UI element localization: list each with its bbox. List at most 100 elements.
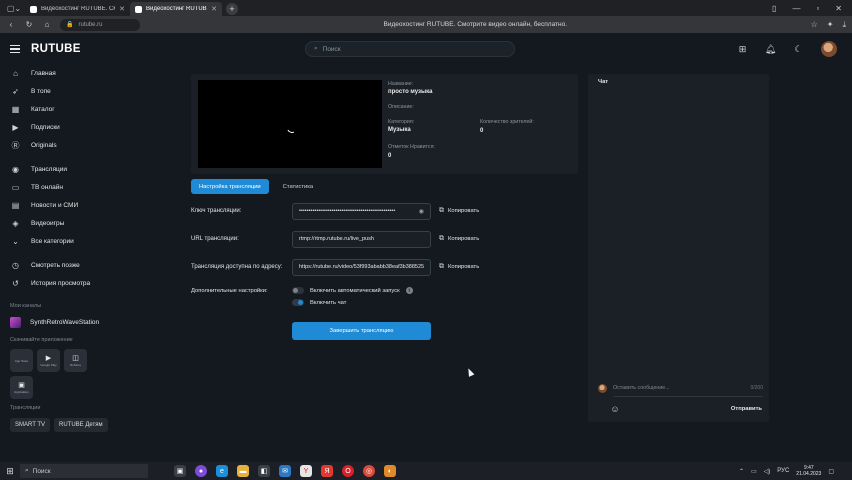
autostart-option: Включить автоматический запуск i: [292, 287, 413, 294]
emoji-icon[interactable]: ☺: [610, 404, 620, 414]
clock-date: 21.04.2023: [796, 471, 822, 477]
stream-address-value: https://rutube.ru/video/53f993ababb38eaf…: [299, 264, 424, 270]
yandex-icon[interactable]: Я: [321, 465, 333, 477]
notifications-icon[interactable]: ▢: [828, 468, 834, 475]
reload-icon[interactable]: ↻: [24, 20, 34, 29]
task-view-icon[interactable]: ▣: [174, 465, 186, 477]
stream-key-row: Ключ трансляции: •••••••••••••••••••••••…: [191, 202, 501, 220]
google-play-link[interactable]: ▶ Google Play: [37, 348, 60, 372]
sidebar-item-label: В топе: [31, 88, 51, 96]
download-apps-heading: Скачивайте приложение: [10, 336, 73, 343]
bookmark-star-icon[interactable]: ☆: [811, 20, 818, 30]
browser-tab-1[interactable]: Видеохостинг RUTUBE. Смотрите ✕: [25, 2, 130, 16]
chevron-down-icon: ⌄: [12, 236, 19, 246]
stream-address-field[interactable]: https://rutube.ru/video/53f993ababb38eaf…: [292, 258, 431, 276]
tab-menu-icon[interactable]: ▢⌄: [3, 1, 25, 15]
autostart-label: Включить автоматический запуск: [310, 287, 400, 294]
copy-url-button[interactable]: ⧉ Копировать: [439, 235, 479, 243]
moon-icon[interactable]: ☾: [793, 44, 804, 55]
sidebar-item-history[interactable]: ↺ История просмотра: [0, 275, 117, 293]
bookmark-icon[interactable]: ▯: [772, 4, 776, 13]
app-store-link[interactable]: App Store: [10, 348, 33, 372]
chat-toggle[interactable]: [292, 299, 304, 306]
sidebar-item-broadcast[interactable]: ◉ Трансляции: [0, 161, 117, 179]
sidebar-item-clock[interactable]: ◷ Смотреть позже: [0, 257, 117, 275]
avatar[interactable]: [821, 41, 837, 57]
bell-icon[interactable]: 🔔︎: [765, 44, 776, 55]
eye-icon[interactable]: ◉: [419, 208, 424, 215]
app-link-label: RuStore: [69, 362, 81, 367]
network-icon[interactable]: ▭: [751, 468, 757, 475]
tray-chevron-icon[interactable]: ⌃: [739, 468, 744, 475]
opera-icon[interactable]: O: [342, 465, 354, 477]
chat-input[interactable]: Оставить сообщение... 0/200: [598, 382, 763, 394]
stream-key-label: Ключ трансляции:: [191, 208, 242, 214]
close-tab-icon[interactable]: ✕: [119, 5, 125, 13]
browser-tab-title: Видеохостинг RUTUBE. Смотрите: [41, 6, 115, 12]
appgallery-link[interactable]: ▣ AppGallery: [10, 375, 33, 399]
stream-key-field[interactable]: ••••••••••••••••••••••••••••••••••••••••…: [292, 202, 431, 220]
alice-icon[interactable]: ●: [195, 465, 207, 477]
upload-icon[interactable]: ⊞: [737, 44, 748, 55]
close-tab-icon[interactable]: ✕: [211, 5, 217, 13]
edge-icon[interactable]: e: [216, 465, 228, 477]
firefox-icon[interactable]: ◐: [384, 465, 396, 477]
back-icon[interactable]: ‹: [6, 20, 16, 29]
browser-tab-2[interactable]: Видеохостинг RUTUBE ✕: [130, 2, 222, 16]
windows-start-icon[interactable]: ⊞: [0, 466, 20, 477]
file-explorer-icon[interactable]: ▬: [237, 465, 249, 477]
name-label: Название:: [388, 81, 414, 87]
tab-statistics[interactable]: Статистика: [275, 179, 321, 194]
mouse-cursor-icon: [465, 367, 475, 377]
chat-option-label: Включить чат: [310, 299, 347, 306]
windows-taskbar: ⊞ ⌕ Поиск ▣ ● e ▬ ◧ ✉ Y Я O ◎ ◐ ⌃ ▭ ◁) Р…: [0, 462, 852, 480]
sidebar-item-chevron-down[interactable]: ⌄ Все категории: [0, 232, 117, 250]
sidebar-item-rocket[interactable]: ➶ В топе: [0, 83, 117, 101]
taskbar-clock[interactable]: 9:47 21.04.2023: [796, 465, 821, 477]
taskbar-search[interactable]: ⌕ Поиск: [20, 464, 148, 478]
finish-stream-button[interactable]: Завершить трансляцию: [292, 322, 431, 340]
download-icon[interactable]: ⤓: [842, 20, 846, 30]
send-button[interactable]: Отправить: [731, 406, 762, 412]
new-tab-button[interactable]: +: [226, 3, 238, 15]
tab-stream-settings[interactable]: Настройка трансляции: [191, 179, 269, 194]
rutube-logo[interactable]: RUTUBE: [31, 43, 81, 55]
sidebar-item-label: Каталог: [31, 105, 55, 113]
url-field[interactable]: 🔒 rutube.ru: [60, 18, 140, 31]
obs-icon[interactable]: ◎: [363, 465, 375, 477]
kids-chip[interactable]: RUTUBE Детям: [54, 417, 108, 432]
maximize-icon[interactable]: ▫: [816, 4, 819, 13]
sidebar-item-grid[interactable]: ▦ Каталог: [0, 101, 117, 119]
video-preview[interactable]: [198, 80, 382, 168]
sidebar-item-originals[interactable]: Ⓡ Originals: [0, 136, 117, 154]
home-icon[interactable]: ⌂: [42, 20, 52, 29]
volume-icon[interactable]: ◁): [764, 468, 771, 475]
language-indicator[interactable]: РУС: [777, 468, 789, 474]
stream-url-field[interactable]: rtmp://rtmp.rutube.ru/live_push: [292, 230, 431, 248]
sidebar-item-home[interactable]: ⌂ Главная: [0, 65, 117, 83]
autostart-toggle[interactable]: [292, 287, 304, 294]
close-window-icon[interactable]: ✕: [835, 4, 842, 13]
search-input[interactable]: ⌕ Поиск: [305, 41, 515, 57]
menu-icon[interactable]: [10, 45, 20, 53]
smart-tv-chip[interactable]: SMART TV: [10, 417, 51, 432]
sidebar-item-gamepad[interactable]: ◈ Видеоигры: [0, 214, 117, 232]
copy-key-button[interactable]: ⧉ Копировать: [439, 207, 479, 215]
sidebar-item-subscriptions[interactable]: ▶ Подписки: [0, 118, 117, 136]
app-link-label: Google Play: [40, 362, 57, 367]
copy-address-button[interactable]: ⧉ Копировать: [439, 263, 479, 271]
sidebar-channel[interactable]: SynthRetroWaveStation: [0, 312, 117, 334]
sidebar-item-tv[interactable]: ▭ ТВ онлайн: [0, 179, 117, 197]
description-label: Описание:: [388, 104, 414, 110]
rustore-link[interactable]: ◫ RuStore: [64, 348, 87, 372]
mail-icon[interactable]: ✉: [279, 465, 291, 477]
rutube-favicon: [30, 5, 37, 13]
yandex-browser-icon[interactable]: Y: [300, 465, 312, 477]
page-title: Видеохостинг RUTUBE. Смотрите видео онла…: [383, 21, 568, 28]
metamask-icon[interactable]: ✦: [827, 20, 834, 30]
category-value: Музыка: [388, 127, 411, 133]
sidebar-item-news[interactable]: ▤ Новости и СМИ: [0, 197, 117, 215]
store-icon[interactable]: ◧: [258, 465, 270, 477]
info-icon[interactable]: i: [405, 287, 413, 294]
minimize-icon[interactable]: —: [792, 4, 800, 13]
